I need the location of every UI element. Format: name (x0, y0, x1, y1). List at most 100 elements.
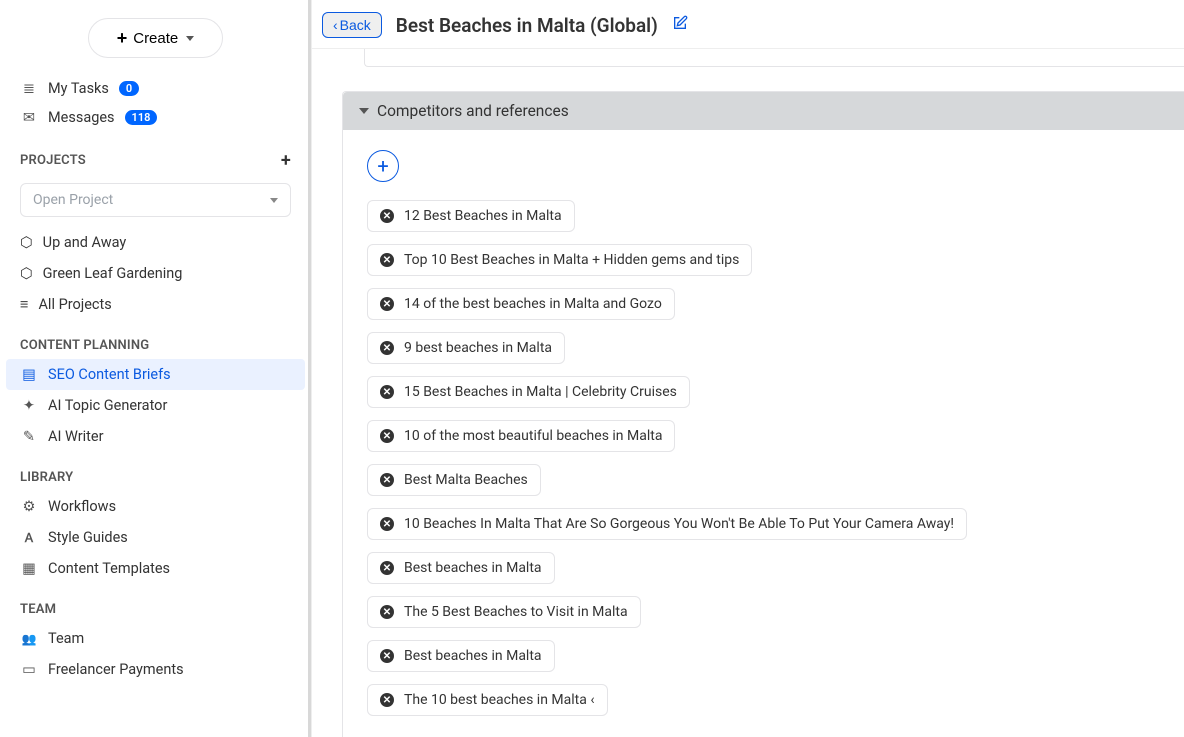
competitor-chip[interactable]: ✕10 of the most beautiful beaches in Mal… (367, 420, 675, 452)
section-library-header: LIBRARY (0, 452, 311, 491)
proj-label: All Projects (38, 296, 111, 313)
pen-icon (20, 428, 38, 445)
cube-icon (20, 234, 33, 251)
nav-messages[interactable]: Messages 118 (0, 103, 311, 132)
remove-icon[interactable]: ✕ (380, 429, 394, 443)
remove-icon[interactable]: ✕ (380, 385, 394, 399)
chevron-left-icon: ‹ (333, 17, 338, 33)
competitor-chip[interactable]: ✕ The 10 best beaches in Malta ‹ (367, 684, 608, 716)
add-competitor-button[interactable]: + (367, 150, 399, 182)
proj-label: Green Leaf Gardening (43, 265, 183, 282)
competitor-chip[interactable]: ✕ 9 best beaches in Malta (367, 332, 565, 364)
accordion-body: + ✕ 12 Best Beaches in Malta ✕ Top 10 Best … (343, 130, 1184, 737)
chevron-down-icon (359, 108, 369, 114)
content-area: Competitors and references + ✕ 12 Best Be… (312, 49, 1184, 737)
competitor-label: 14 of the best beaches in Malta and Gozo (404, 296, 662, 312)
gear-icon (20, 498, 38, 515)
sidebar-top: + Create (0, 0, 311, 74)
badge-tasks: 0 (119, 81, 139, 96)
caret-down-icon (270, 198, 278, 203)
accordion-title: Competitors and references (377, 102, 569, 120)
remove-icon[interactable]: ✕ (380, 297, 394, 311)
back-label: Back (340, 17, 371, 33)
back-button[interactable]: ‹ Back (322, 12, 382, 38)
competitor-chip[interactable]: ✕ Best beaches in Malta (367, 552, 555, 584)
plus-icon: + (117, 29, 128, 47)
tasks-icon (20, 80, 38, 97)
competitor-label: Best Malta Beaches (404, 472, 528, 488)
section-title: PROJECTS (20, 153, 86, 168)
section-content-planning-header: CONTENT PLANNING (0, 320, 311, 359)
sidebar-item-freelancer-payments[interactable]: Freelancer Payments (0, 654, 311, 685)
competitor-list: ✕ 12 Best Beaches in Malta ✕ Top 10 Best Be… (367, 200, 1160, 728)
remove-icon[interactable]: ✕ (380, 517, 394, 531)
edit-icon[interactable] (672, 15, 688, 35)
proj-label: Up and Away (43, 234, 127, 251)
sidebar: + Create My Tasks 0 Messages 118 PROJECT… (0, 0, 312, 737)
remove-icon[interactable]: ✕ (380, 341, 394, 355)
section-team-header: TEAM (0, 584, 311, 623)
payments-icon (20, 661, 38, 678)
nav-label: My Tasks (48, 80, 109, 97)
section-title: CONTENT PLANNING (20, 338, 149, 353)
subnav-label: Style Guides (48, 529, 128, 546)
project-item-green-leaf[interactable]: Green Leaf Gardening (0, 258, 311, 289)
sidebar-item-team[interactable]: Team (0, 623, 311, 654)
remove-icon[interactable]: ✕ (380, 473, 394, 487)
create-button[interactable]: + Create (88, 18, 224, 58)
accordion-competitors: Competitors and references + ✕ 12 Best Be… (342, 91, 1184, 737)
topbar: ‹ Back Best Beaches in Malta (Global) (312, 0, 1184, 49)
remove-icon[interactable]: ✕ (380, 605, 394, 619)
sidebar-item-ai-topic[interactable]: AI Topic Generator (0, 390, 311, 421)
competitor-chip[interactable]: ✕ 10 Beaches In Malta That Are So Gorgeou… (367, 508, 967, 540)
competitor-label: The 10 best beaches in Malta ‹ (404, 692, 595, 708)
subnav-label: SEO Content Briefs (48, 366, 171, 383)
remove-icon[interactable]: ✕ (380, 649, 394, 663)
competitor-chip[interactable]: ✕ Best beaches in Malta (367, 640, 555, 672)
sidebar-item-seo-briefs[interactable]: SEO Content Briefs (6, 359, 305, 390)
sidebar-item-templates[interactable]: Content Templates (0, 553, 311, 584)
competitor-label: Top 10 Best Beaches in Malta + Hidden ge… (404, 252, 739, 268)
open-project-select[interactable]: Open Project (20, 183, 291, 217)
section-title: TEAM (20, 602, 56, 617)
sidebar-item-style-guides[interactable]: Style Guides (0, 522, 311, 553)
subnav-label: AI Topic Generator (48, 397, 167, 414)
sparkle-icon (20, 397, 38, 414)
style-icon (20, 529, 38, 546)
sidebar-item-workflows[interactable]: Workflows (0, 491, 311, 522)
remove-icon[interactable]: ✕ (380, 253, 394, 267)
nav-my-tasks[interactable]: My Tasks 0 (0, 74, 311, 103)
competitor-chip[interactable]: ✕ 14 of the best beaches in Malta and Goz… (367, 288, 675, 320)
competitor-chip[interactable]: ✕ Top 10 Best Beaches in Malta + Hidden g… (367, 244, 752, 276)
create-label: Create (133, 30, 178, 47)
project-item-all[interactable]: All Projects (0, 289, 311, 320)
remove-icon[interactable]: ✕ (380, 561, 394, 575)
remove-icon[interactable]: ✕ (380, 693, 394, 707)
competitor-label: Best beaches in Malta (404, 560, 542, 576)
subnav-label: AI Writer (48, 428, 104, 445)
sidebar-item-ai-writer[interactable]: AI Writer (0, 421, 311, 452)
page-title: Best Beaches in Malta (Global) (396, 14, 658, 37)
team-icon (20, 630, 38, 647)
subnav-label: Workflows (48, 498, 116, 515)
competitor-label: 15 Best Beaches in Malta | Celebrity Cru… (404, 384, 677, 400)
competitor-chip[interactable]: ✕ 15 Best Beaches in Malta | Celebrity Cr… (367, 376, 690, 408)
competitor-label: Best beaches in Malta (404, 648, 542, 664)
competitor-chip[interactable]: ✕The 5 Best Beaches to Visit in Malta (367, 596, 641, 628)
competitor-label: 12 Best Beaches in Malta (404, 208, 562, 224)
remove-icon[interactable]: ✕ (380, 209, 394, 223)
section-projects-header: PROJECTS + (0, 132, 311, 177)
templates-icon (20, 560, 38, 577)
competitor-label: 9 best beaches in Malta (404, 340, 552, 356)
competitor-chip[interactable]: ✕ 12 Best Beaches in Malta (367, 200, 575, 232)
add-project-button[interactable]: + (281, 150, 291, 171)
project-item-up-and-away[interactable]: Up and Away (0, 227, 311, 258)
accordion-header[interactable]: Competitors and references (343, 92, 1184, 130)
messages-icon (20, 109, 38, 126)
competitor-chip[interactable]: ✕ Best Malta Beaches (367, 464, 541, 496)
subnav-label: Freelancer Payments (48, 661, 184, 678)
panel-edge (364, 49, 1184, 67)
nav-label: Messages (48, 109, 115, 126)
competitor-label: 10 Beaches In Malta That Are So Gorgeous… (404, 516, 954, 532)
main: ‹ Back Best Beaches in Malta (Global) Co… (312, 0, 1184, 737)
